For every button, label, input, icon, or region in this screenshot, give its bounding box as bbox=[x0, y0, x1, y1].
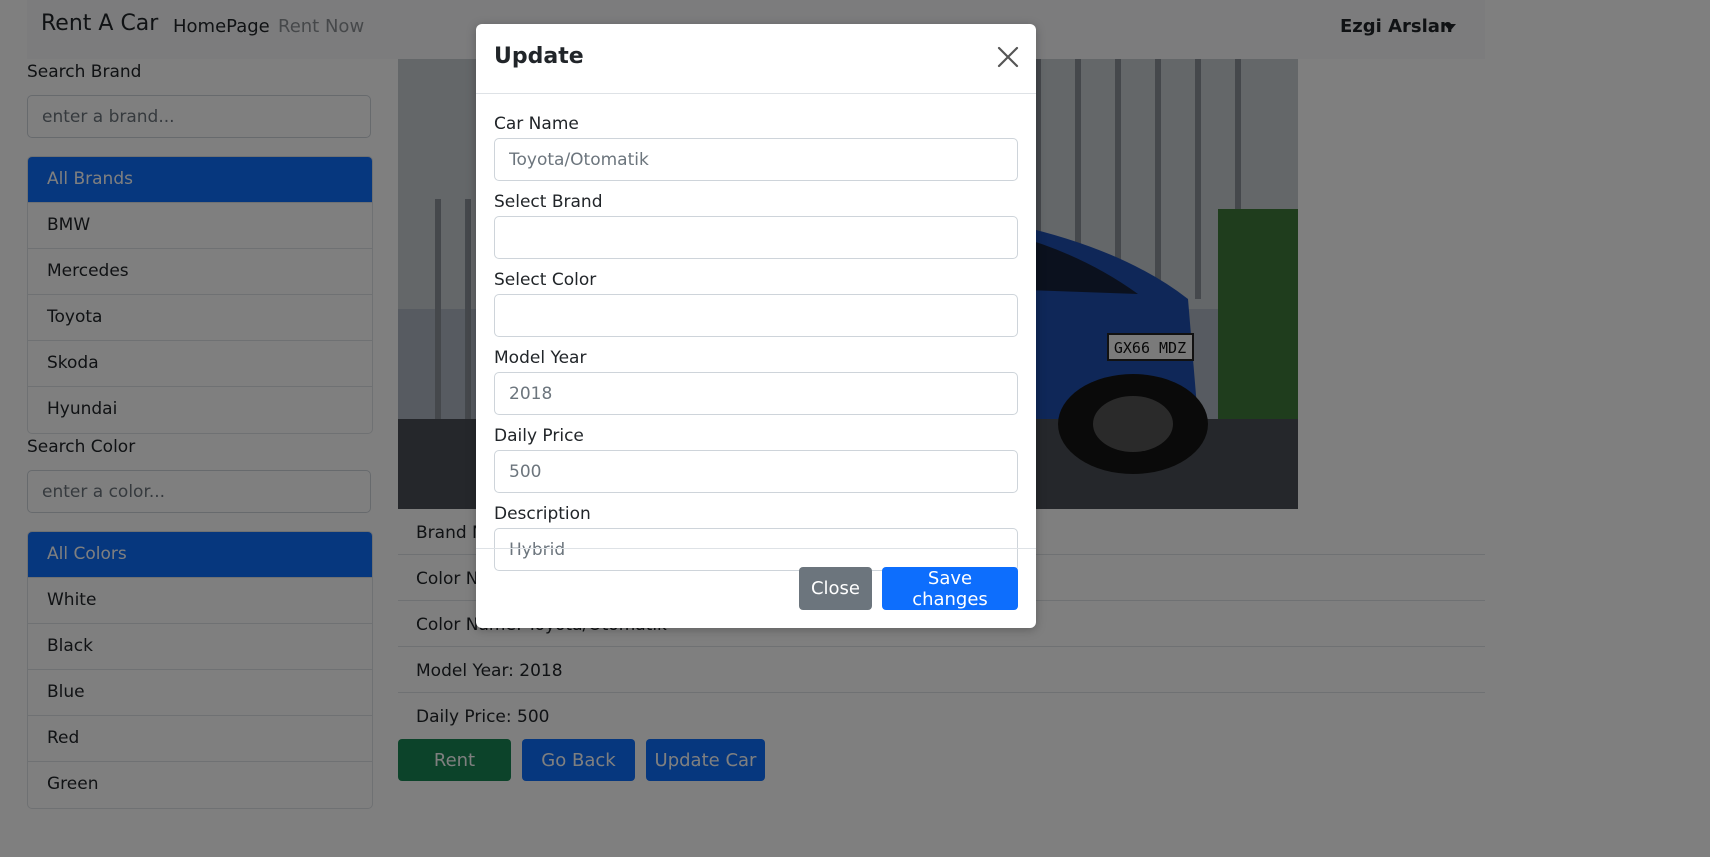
model-year-label: Model Year bbox=[494, 348, 587, 368]
car-name-label: Car Name bbox=[494, 114, 579, 134]
daily-price-input[interactable] bbox=[494, 450, 1018, 493]
description-label: Description bbox=[494, 504, 591, 524]
update-modal: Update Car Name Select Brand Select Colo… bbox=[476, 24, 1036, 628]
select-color-input[interactable] bbox=[494, 294, 1018, 337]
daily-price-label: Daily Price bbox=[494, 426, 584, 446]
select-color-label: Select Color bbox=[494, 270, 597, 290]
modal-header: Update bbox=[476, 24, 1036, 94]
modal-title: Update bbox=[494, 44, 584, 69]
close-icon[interactable] bbox=[996, 45, 1020, 69]
select-brand-input[interactable] bbox=[494, 216, 1018, 259]
car-name-input[interactable] bbox=[494, 138, 1018, 181]
close-button[interactable]: Close bbox=[799, 567, 872, 610]
modal-body: Car Name Select Brand Select Color Model… bbox=[494, 94, 1018, 571]
select-brand-label: Select Brand bbox=[494, 192, 603, 212]
save-changes-button[interactable]: Save changes bbox=[882, 567, 1018, 610]
model-year-input[interactable] bbox=[494, 372, 1018, 415]
